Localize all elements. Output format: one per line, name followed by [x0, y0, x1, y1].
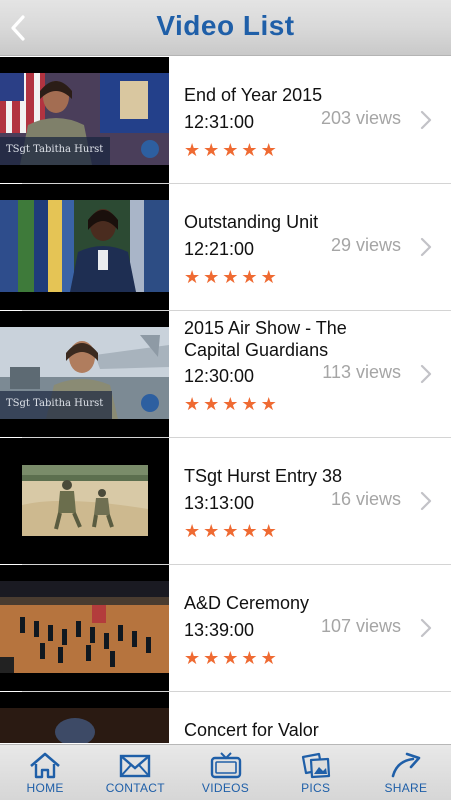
tab-label: VIDEOS [201, 781, 250, 795]
envelope-icon [120, 754, 151, 778]
video-title: End of Year 2015 [184, 85, 323, 105]
chevron-right-icon [420, 618, 432, 638]
tab-bar: HOME CONTACT VIDEOS PICS SHARE [0, 744, 451, 800]
chevron-right-icon [420, 110, 432, 130]
tab-home[interactable]: HOME [0, 745, 90, 800]
tab-contact[interactable]: CONTACT [90, 745, 180, 800]
star-rating: ★ ★ ★ ★ ★ [184, 268, 277, 286]
view-count: 16 views [330, 489, 401, 509]
video-title: Outstanding Unit [184, 212, 319, 232]
video-thumbnail [0, 438, 169, 564]
video-duration: 12:30:00 [184, 366, 255, 386]
share-arrow-icon [391, 752, 421, 778]
star-rating: ★ ★ ★ ★ ★ [184, 395, 277, 413]
view-count: 107 views [320, 616, 401, 636]
star-icon: ★ [241, 267, 258, 287]
video-thumbnail [0, 184, 169, 310]
video-thumbnail: TSgt Tabitha Hurst [0, 57, 169, 183]
video-thumbnail: TSgt Tabitha Hurst [0, 311, 169, 437]
video-title: 2015 Air Show - The Capital Guardians [184, 318, 347, 360]
video-title: TSgt Hurst Entry 38 [184, 466, 343, 486]
tab-label: SHARE [384, 781, 428, 795]
star-icon: ★ [260, 648, 277, 668]
view-count: 203 views [320, 108, 401, 128]
video-duration: 12:21:00 [184, 239, 255, 259]
view-count: 29 views [330, 235, 401, 255]
star-rating: ★ ★ ★ ★ ★ [184, 522, 277, 540]
star-icon: ★ [184, 394, 201, 414]
home-icon [30, 752, 60, 779]
star-icon: ★ [203, 648, 220, 668]
video-duration: 13:39:00 [184, 620, 255, 640]
video-title: Concert for Valor [184, 720, 319, 740]
photos-icon [301, 752, 330, 779]
video-row[interactable]: A&D Ceremony 13:39:00 107 views ★ ★ ★ ★ ★ [0, 565, 451, 692]
star-icon: ★ [241, 521, 258, 541]
chevron-right-icon [420, 491, 432, 511]
navigation-bar: Video List [0, 0, 451, 56]
star-icon: ★ [203, 394, 220, 414]
star-icon: ★ [260, 394, 277, 414]
video-title: A&D Ceremony [184, 593, 310, 613]
star-icon: ★ [203, 267, 220, 287]
star-icon: ★ [203, 140, 220, 160]
star-icon: ★ [241, 648, 258, 668]
star-icon: ★ [184, 140, 201, 160]
star-icon: ★ [241, 140, 258, 160]
tab-pics[interactable]: PICS [271, 745, 361, 800]
tv-icon [210, 752, 241, 779]
tab-share[interactable]: SHARE [361, 745, 451, 800]
star-rating: ★ ★ ★ ★ ★ [184, 141, 277, 159]
star-icon: ★ [222, 648, 239, 668]
view-count: 113 views [322, 362, 401, 382]
star-icon: ★ [222, 267, 239, 287]
video-row[interactable]: TSgt Hurst Entry 38 13:13:00 16 views ★ ★… [0, 438, 451, 565]
tab-label: HOME [26, 781, 64, 795]
tab-label: PICS [301, 781, 331, 795]
svg-text:TSgt Tabitha Hurst: TSgt Tabitha Hurst [6, 144, 103, 155]
star-icon: ★ [203, 521, 220, 541]
star-icon: ★ [184, 521, 201, 541]
chevron-right-icon [420, 237, 432, 257]
video-thumbnail [0, 565, 169, 691]
tab-label: CONTACT [105, 781, 165, 795]
star-icon: ★ [222, 521, 239, 541]
video-thumbnail [0, 692, 169, 743]
star-icon: ★ [222, 394, 239, 414]
video-row[interactable]: Outstanding Unit 12:21:00 29 views ★ ★ ★ ★ ★ [0, 184, 451, 311]
star-icon: ★ [222, 140, 239, 160]
video-row[interactable]: Concert for Valor [0, 692, 451, 743]
star-icon: ★ [184, 648, 201, 668]
star-icon: ★ [241, 394, 258, 414]
video-duration: 13:13:00 [184, 493, 255, 513]
video-row[interactable]: TSgt Tabitha Hurst End of Year 2015 12:3… [0, 57, 451, 184]
tab-videos[interactable]: VIDEOS [180, 745, 270, 800]
star-icon: ★ [260, 521, 277, 541]
star-rating: ★ ★ ★ ★ ★ [184, 649, 277, 667]
page-title: Video List [156, 10, 295, 41]
video-duration: 12:31:00 [184, 112, 255, 132]
video-list[interactable]: TSgt Tabitha Hurst End of Year 2015 12:3… [0, 57, 451, 743]
svg-text:TSgt Tabitha Hurst: TSgt Tabitha Hurst [6, 398, 103, 409]
video-row[interactable]: TSgt Tabitha Hurst 2015 Air Show - The C… [0, 311, 451, 438]
star-icon: ★ [260, 140, 277, 160]
star-icon: ★ [184, 267, 201, 287]
star-icon: ★ [260, 267, 277, 287]
chevron-right-icon [420, 364, 432, 384]
